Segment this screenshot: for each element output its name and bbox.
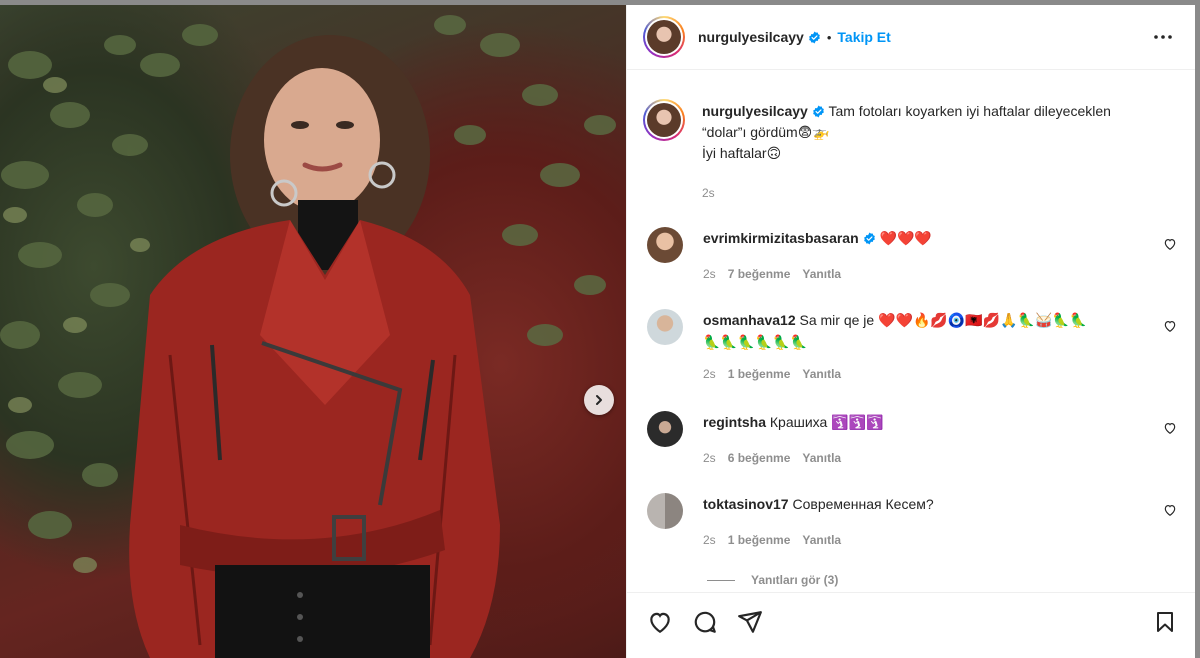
- comment-reply-button[interactable]: Yanıtla: [802, 451, 841, 465]
- comment-like-heart-icon[interactable]: [1163, 237, 1177, 251]
- comment-text: evrimkirmizitasbasaran ❤️❤️❤️: [703, 227, 1143, 249]
- caption-username[interactable]: nurgulyesilcayy: [702, 103, 808, 119]
- caption-text: nurgulyesilcayy Tam fotoları koyarken iy…: [702, 101, 1162, 164]
- comment-icon[interactable]: [692, 609, 718, 635]
- comment-like-heart-icon[interactable]: [1163, 421, 1177, 435]
- comment-avatar[interactable]: [647, 309, 683, 345]
- post-side-panel: nurgulyesilcayy • Takip Et nurgulyesilca…: [626, 5, 1195, 658]
- carousel-next-button[interactable]: [584, 385, 614, 415]
- comment-reply-button[interactable]: Yanıtla: [802, 367, 841, 381]
- comment-time[interactable]: 2s: [703, 533, 716, 547]
- heart-icon[interactable]: [647, 609, 673, 635]
- comment-body-line-2: 🦜🦜🦜🦜🦜🦜: [703, 334, 808, 350]
- header-separator: •: [826, 29, 832, 45]
- comment-text: regintsha Крашиха 🛐🛐🛐: [703, 411, 1143, 433]
- comment-text: osmanhava12 Sa mir qe je ❤️❤️🔥💋🧿🇦🇱💋🙏🦜🥁🦜🦜…: [703, 309, 1143, 353]
- comment-body: Современная Кесем?: [792, 496, 934, 512]
- verified-badge-icon: [812, 105, 824, 118]
- comment-body: ❤️❤️❤️: [879, 230, 932, 246]
- verified-badge-icon: [863, 232, 875, 245]
- comment-avatar[interactable]: [647, 493, 683, 529]
- caption-line-1: Tam fotoları koyarken iyi haftalar diley…: [828, 103, 1111, 119]
- comment-meta: 2s 1 beğenme Yanıtla: [703, 367, 841, 381]
- caption-timestamp[interactable]: 2s: [702, 186, 715, 200]
- comment-username[interactable]: regintsha: [703, 414, 766, 430]
- post-photo[interactable]: [0, 5, 626, 658]
- chevron-right-icon: [596, 395, 602, 405]
- comment-username[interactable]: toktasinov17: [703, 496, 789, 512]
- comment-likes[interactable]: 1 beğenme: [728, 367, 791, 381]
- comment-time[interactable]: 2s: [703, 451, 716, 465]
- caption-line-2: “dolar”ı gördüm😨🚁: [702, 124, 830, 140]
- author-username[interactable]: nurgulyesilcayy: [698, 29, 804, 45]
- comment-likes[interactable]: 7 beğenme: [728, 267, 791, 281]
- comment-meta: 2s 1 beğenme Yanıtla: [703, 533, 841, 547]
- comment-time[interactable]: 2s: [703, 367, 716, 381]
- verified-badge-icon: [808, 31, 820, 43]
- author-avatar[interactable]: [643, 16, 685, 58]
- post-header: nurgulyesilcayy • Takip Et: [627, 5, 1195, 70]
- comment-username[interactable]: osmanhava12: [703, 312, 796, 328]
- comments-section[interactable]: nurgulyesilcayy Tam fotoları koyarken iy…: [627, 71, 1195, 591]
- comment-like-heart-icon[interactable]: [1163, 319, 1177, 333]
- comment-avatar[interactable]: [647, 411, 683, 447]
- view-replies-button[interactable]: Yanıtları gör (3): [707, 573, 838, 587]
- comment-body: Sa mir qe je ❤️❤️🔥💋🧿🇦🇱💋🙏🦜🥁🦜🦜: [799, 312, 1088, 328]
- comment-reply-button[interactable]: Yanıtla: [802, 267, 841, 281]
- caption-author-avatar[interactable]: [643, 99, 685, 141]
- comment-username[interactable]: evrimkirmizitasbasaran: [703, 230, 859, 246]
- view-replies-line: [707, 579, 735, 581]
- comment-time[interactable]: 2s: [703, 267, 716, 281]
- comment-like-heart-icon[interactable]: [1163, 503, 1177, 517]
- comment-reply-button[interactable]: Yanıtla: [802, 533, 841, 547]
- bookmark-icon[interactable]: [1153, 609, 1177, 635]
- comment-meta: 2s 6 beğenme Yanıtla: [703, 451, 841, 465]
- comment-text: toktasinov17 Современная Кесем?: [703, 493, 1143, 515]
- share-icon[interactable]: [737, 609, 763, 635]
- comment-likes[interactable]: 1 beğenme: [728, 533, 791, 547]
- view-replies-label: Yanıtları gör (3): [751, 573, 839, 587]
- comment-body: Крашиха 🛐🛐🛐: [769, 414, 884, 430]
- comment-avatar[interactable]: [647, 227, 683, 263]
- caption-line-3: İyi haftalar🙃: [702, 145, 782, 161]
- post-actions-bar: [627, 592, 1195, 658]
- post-image-illustration: [0, 15, 616, 658]
- comment-meta: 2s 7 beğenme Yanıtla: [703, 267, 841, 281]
- more-options-icon[interactable]: [1153, 27, 1173, 47]
- follow-button[interactable]: Takip Et: [837, 29, 890, 45]
- comment-likes[interactable]: 6 beğenme: [728, 451, 791, 465]
